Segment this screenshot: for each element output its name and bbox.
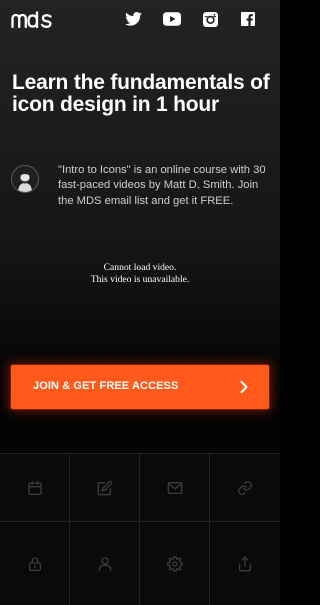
instagram-icon[interactable]	[201, 10, 219, 28]
youtube-icon[interactable]	[163, 10, 181, 28]
landing-page: Learn the fundamentals of icon design in…	[0, 0, 280, 605]
grid-cell-mail[interactable]	[140, 454, 210, 522]
facebook-icon[interactable]	[239, 10, 257, 28]
grid-cell-share[interactable]	[210, 522, 280, 605]
author-avatar	[11, 165, 39, 193]
video-error-title: Cannot load video.	[103, 262, 177, 273]
course-intro: "Intro to Icons" is an online course wit…	[58, 164, 266, 207]
join-button[interactable]: JOIN & GET FREE ACCESS	[11, 365, 269, 409]
chevron-right-icon	[239, 380, 249, 394]
join-button-label: JOIN & GET FREE ACCESS	[33, 380, 179, 392]
grid-cell-calendar[interactable]	[0, 454, 70, 522]
page-title: Learn the fundamentals of icon design in…	[12, 71, 270, 116]
grid-cell-settings[interactable]	[140, 522, 210, 605]
settings-icon	[166, 555, 183, 572]
share-icon	[239, 556, 251, 571]
icon-grid	[0, 453, 280, 605]
grid-cell-lock[interactable]	[0, 522, 70, 605]
user-icon	[98, 556, 111, 571]
video-embed[interactable]: Cannot load video. This video is unavail…	[0, 262, 280, 298]
video-error-message: This video is unavailable.	[90, 274, 190, 285]
header	[0, 0, 280, 44]
grid-cell-edit[interactable]	[70, 454, 140, 522]
edit-icon	[97, 480, 112, 495]
twitter-icon[interactable]	[124, 10, 142, 28]
link-icon	[238, 480, 252, 495]
mail-icon	[167, 481, 182, 494]
calendar-icon	[27, 480, 42, 495]
grid-cell-link[interactable]	[210, 454, 280, 522]
lock-icon	[28, 556, 41, 571]
mds-logo[interactable]	[11, 11, 53, 29]
grid-cell-user[interactable]	[70, 522, 140, 605]
